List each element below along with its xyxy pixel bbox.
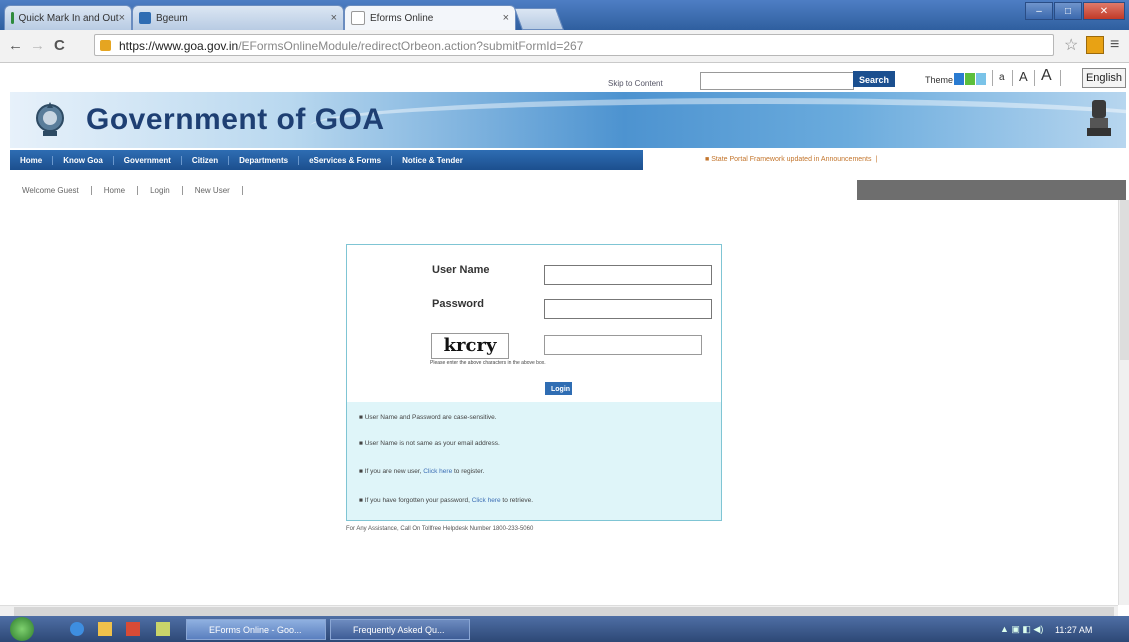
info-item: ■ User Name is not same as your email ad… (359, 440, 500, 447)
app-icon[interactable] (156, 622, 170, 636)
close-window-icon[interactable]: ✕ (1083, 2, 1125, 20)
subnav-new-user-link[interactable]: New User (183, 185, 243, 195)
site-title[interactable]: Government of GOA (86, 103, 385, 137)
divider (1034, 70, 1035, 86)
username-input[interactable] (544, 265, 712, 285)
start-button[interactable] (10, 617, 34, 641)
login-button[interactable]: Login (545, 382, 572, 395)
url-host: https://www.goa.gov.in (119, 39, 239, 53)
national-emblem-icon (1087, 100, 1111, 136)
bookmark-star-icon[interactable]: ☆ (1064, 35, 1078, 55)
tab-title: Bgeum (156, 12, 188, 24)
forward-arrow-icon[interactable]: → (30, 37, 45, 54)
page-icon (351, 11, 365, 25)
reload-icon[interactable]: C (54, 37, 65, 54)
subnav-home-link[interactable]: Home (92, 185, 139, 195)
menu-icon[interactable]: ≡ (1110, 36, 1119, 54)
close-icon[interactable]: × (119, 12, 125, 24)
vertical-scrollbar[interactable] (1118, 200, 1129, 605)
captcha-hint: Please enter the above characters in the… (430, 360, 546, 366)
password-input[interactable] (544, 299, 712, 319)
search-input[interactable] (700, 72, 854, 90)
minimize-icon[interactable]: – (1025, 2, 1053, 20)
extension-icon[interactable] (1086, 36, 1104, 54)
back-arrow-icon[interactable]: ← (8, 37, 23, 54)
skip-to-content-link[interactable]: Skip to Content (608, 79, 663, 88)
close-icon[interactable]: × (503, 12, 509, 24)
folder-icon[interactable] (98, 622, 112, 636)
scroll-thumb[interactable] (14, 607, 1114, 616)
subnav-login-link[interactable]: Login (138, 185, 183, 195)
font-size-small[interactable]: a (999, 72, 1005, 83)
theme-swatch-light[interactable] (976, 73, 986, 85)
tab-title: Quick Mark In and Out (18, 12, 119, 24)
info-item: ■ If you have forgotten your password, C… (359, 497, 534, 504)
announcement-text: State Portal Framework updated in Announ… (711, 156, 872, 163)
retrieve-password-link[interactable]: Click here (472, 497, 501, 504)
media-icon[interactable] (126, 622, 140, 636)
theme-swatch-green[interactable] (965, 73, 975, 85)
nav-item-home[interactable]: Home (10, 155, 54, 165)
system-tray-icons[interactable]: ▲ ▣ ◧ ◀) (1000, 624, 1043, 635)
divider (1012, 70, 1013, 86)
welcome-text: Welcome Guest (10, 185, 92, 195)
divider (992, 70, 993, 86)
address-bar[interactable]: https://www.goa.gov.in/EFormsOnlineModul… (94, 34, 1054, 56)
main-nav: Home Know Goa Government Citizen Departm… (10, 150, 643, 170)
browser-tab-1[interactable]: Quick Mark In and Out × (4, 5, 132, 30)
clock[interactable]: 11:27 AM (1055, 625, 1092, 635)
scroll-thumb[interactable] (1120, 200, 1129, 360)
tab-title: Eforms Online (370, 12, 434, 24)
nav-item-eservices[interactable]: eServices & Forms (299, 155, 393, 165)
search-button[interactable]: Search (853, 71, 895, 87)
info-item: ■ User Name and Password are case-sensit… (359, 414, 497, 421)
divider (1060, 70, 1061, 86)
ie-icon[interactable] (70, 622, 84, 636)
theme-label: Theme (925, 75, 954, 85)
sub-nav: Welcome Guest Home Login New User (10, 180, 243, 200)
lock-icon[interactable] (100, 40, 111, 51)
font-size-medium[interactable]: A (1019, 69, 1028, 84)
taskbar-task-eforms[interactable]: EForms Online - Goo... (186, 619, 326, 640)
captcha-input[interactable] (544, 335, 702, 355)
helpline-text: For Any Assistance, Call On Tollfree Hel… (346, 526, 534, 532)
captcha-image: krcry (431, 333, 509, 359)
browser-tab-3[interactable]: Eforms Online × (344, 5, 516, 30)
window-controls: – □ ✕ (1025, 2, 1125, 20)
language-select[interactable]: English (1082, 68, 1126, 88)
favicon-icon (11, 12, 14, 24)
nav-item-citizen[interactable]: Citizen (182, 155, 230, 165)
goa-emblem-icon (36, 102, 64, 136)
maximize-icon[interactable]: □ (1054, 2, 1082, 20)
register-link[interactable]: Click here (423, 468, 452, 475)
favicon-icon (139, 12, 151, 24)
password-label: Password (432, 298, 484, 310)
announcement-ticker[interactable]: ■ State Portal Framework updated in Anno… (705, 156, 877, 163)
nav-item-government[interactable]: Government (114, 155, 182, 165)
close-icon[interactable]: × (331, 12, 337, 24)
url-path: /EFormsOnlineModule/redirectOrbeon.actio… (238, 39, 584, 53)
taskbar-task-faq[interactable]: Frequently Asked Qu... (330, 619, 470, 640)
nav-item-departments[interactable]: Departments (229, 155, 300, 165)
font-size-large[interactable]: A (1041, 67, 1052, 85)
new-tab-button[interactable] (513, 8, 565, 30)
theme-swatch-blue[interactable] (954, 73, 964, 85)
username-label: User Name (432, 264, 490, 276)
header-gray-bar (857, 180, 1126, 200)
browser-tab-2[interactable]: Bgeum × (132, 5, 344, 30)
info-item: ■ If you are new user, Click here to reg… (359, 468, 485, 475)
nav-item-notice-tender[interactable]: Notice & Tender (392, 156, 473, 165)
nav-item-know-goa[interactable]: Know Goa (53, 155, 114, 165)
